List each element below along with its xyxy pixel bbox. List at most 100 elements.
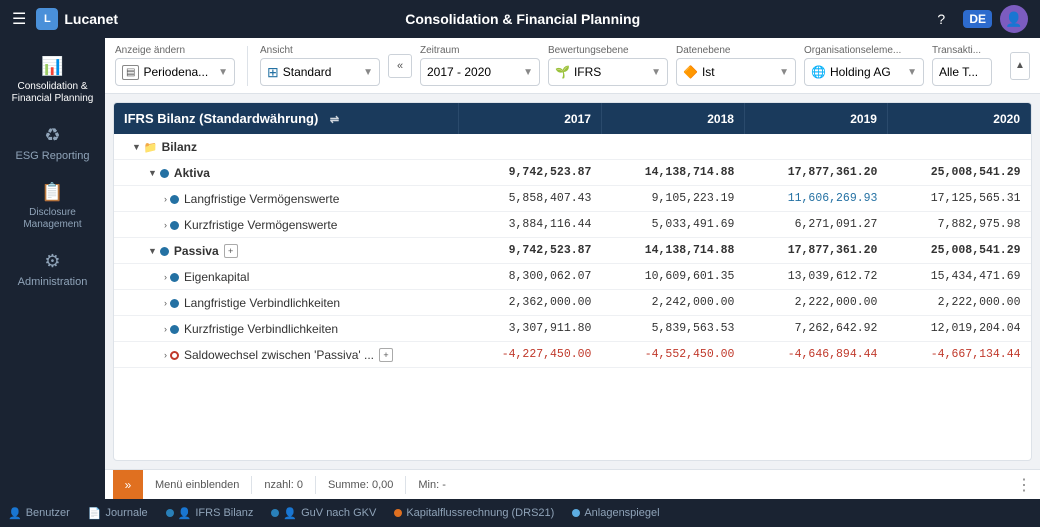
status-divider-3 (405, 476, 406, 494)
ansicht-dropdown[interactable]: ⊞ Standard ▼ (260, 58, 380, 86)
journale-label: Journale (105, 507, 147, 519)
dot-blue-icon (170, 299, 179, 308)
ansicht-value: Standard (283, 65, 332, 79)
row-expand-plus-icon[interactable]: + (224, 244, 238, 258)
row-expand-icon[interactable]: › (164, 220, 167, 230)
row-text: Bilanz (162, 140, 197, 154)
sidebar-item-administration[interactable]: ⚙ Administration (0, 241, 105, 298)
footer-tab-benutzer[interactable]: 👤 Benutzer (8, 507, 70, 520)
row-expand-plus-icon[interactable]: + (379, 348, 393, 362)
expand-sidebar-button[interactable]: » (113, 470, 143, 500)
hamburger-icon[interactable]: ☰ (12, 9, 26, 29)
bewertungsebene-dropdown[interactable]: 🌱 IFRS ▼ (548, 58, 668, 86)
org-dropdown[interactable]: 🌐 Holding AG ▼ (804, 58, 924, 86)
row-value-0-0 (458, 134, 601, 160)
anzeige-label: Anzeige ändern (115, 45, 235, 56)
row-value-3-0: 3,884,116.44 (458, 212, 601, 238)
row-value-2-3: 17,125,565.31 (887, 186, 1030, 212)
org-filter-group: Organisationseleme... 🌐 Holding AG ▼ (804, 45, 924, 86)
row-expand-icon[interactable]: › (164, 324, 167, 334)
more-options-icon[interactable]: ⋮ (1016, 475, 1032, 495)
org-value: Holding AG (830, 65, 891, 79)
row-label-5: › Eigenkapital (114, 264, 458, 290)
footer-tab-guv[interactable]: 👤 GuV nach GKV (271, 507, 376, 520)
footer-tabs: 👤 Benutzer 📄 Journale 👤 IFRS Bilanz 👤 Gu… (0, 499, 1040, 527)
row-expand-icon[interactable]: ▼ (148, 246, 157, 256)
row-value-3-2: 6,271,091.27 (744, 212, 887, 238)
sidebar-item-esg[interactable]: ♻ ESG Reporting (0, 115, 105, 172)
row-value-5-0: 8,300,062.07 (458, 264, 601, 290)
collapse-button[interactable]: « (388, 54, 412, 78)
user-avatar[interactable]: 👤 (1000, 5, 1028, 33)
footer-tab-ifrs[interactable]: 👤 IFRS Bilanz (166, 507, 254, 520)
table-row: › Kurzfristige Vermögenswerte 3,884,116.44… (114, 212, 1031, 238)
help-button[interactable]: ? (927, 5, 955, 33)
sidebar-item-disclosure-label: Disclosure Management (4, 207, 101, 231)
guv-dot (271, 509, 279, 517)
footer-tab-kapital[interactable]: Kapitalflussrechnung (DRS21) (394, 507, 554, 519)
row-text: Kurzfristige Vermögenswerte (184, 218, 337, 232)
table-row: ›Langfristige Verbindlichkeiten2,362,000… (114, 290, 1031, 316)
row-expand-icon[interactable]: ▼ (132, 142, 141, 152)
org-label: Organisationseleme... (804, 45, 924, 56)
row-value-8-3: -4,667,134.44 (887, 342, 1030, 368)
ifrs-icon: 👤 (178, 507, 192, 520)
row-value-5-2: 13,039,612.72 (744, 264, 887, 290)
row-expand-icon[interactable]: › (164, 272, 167, 282)
row-expand-icon[interactable]: › (164, 298, 167, 308)
row-value-4-3: 25,008,541.29 (887, 238, 1030, 264)
settings-icon[interactable]: ⇌ (330, 114, 339, 126)
administration-icon: ⚙ (44, 251, 60, 272)
language-badge[interactable]: DE (963, 10, 992, 28)
scroll-up-button[interactable]: ▲ (1010, 52, 1030, 80)
row-value-2-0: 5,858,407.43 (458, 186, 601, 212)
lucanet-brand-icon: L (36, 8, 58, 30)
sidebar-item-consolidation[interactable]: 📊 Consolidation & Financial Planning (0, 46, 105, 115)
col-header-2018: 2018 (601, 103, 744, 134)
row-value-4-1: 14,138,714.88 (601, 238, 744, 264)
ansicht-icon: ⊞ (267, 64, 279, 81)
row-text: Eigenkapital (184, 270, 249, 284)
financial-table: IFRS Bilanz (Standardwährung) ⇌ 2017 201… (114, 103, 1031, 368)
org-chevron-icon: ▼ (907, 67, 917, 78)
footer-tab-anlage[interactable]: Anlagenspiegel (572, 507, 659, 519)
row-label-3: › Kurzfristige Vermögenswerte (114, 212, 458, 238)
transaktion-dropdown[interactable]: Alle T... (932, 58, 992, 86)
row-value-4-2: 17,877,361.20 (744, 238, 887, 264)
zeitraum-value: 2017 - 2020 (427, 65, 491, 79)
bewertungsebene-label: Bewertungsebene (548, 45, 668, 56)
footer-tab-journale[interactable]: 📄 Journale (88, 507, 148, 520)
row-value-5-1: 10,609,601.35 (601, 264, 744, 290)
help-icon: ? (937, 11, 945, 27)
ifrs-dot (166, 509, 174, 517)
table-row: ›Saldowechsel zwischen 'Passiva' ...+-4,… (114, 342, 1031, 368)
anlage-label: Anlagenspiegel (584, 507, 659, 519)
datenebene-chevron-icon: ▼ (779, 67, 789, 78)
kapital-dot (394, 509, 402, 517)
anzeige-chevron-icon: ▼ (218, 67, 228, 78)
row-expand-icon[interactable]: › (164, 194, 167, 204)
sidebar-item-administration-label: Administration (18, 276, 88, 288)
row-label-4: ▼ Passiva + (114, 238, 458, 264)
row-expand-icon[interactable]: ▼ (148, 168, 157, 178)
dot-blue-icon (160, 169, 169, 178)
consolidation-icon: 📊 (41, 56, 63, 77)
row-text: Kurzfristige Verbindlichkeiten (184, 322, 338, 336)
table-container: IFRS Bilanz (Standardwährung) ⇌ 2017 201… (113, 102, 1032, 461)
row-value-1-1: 14,138,714.88 (601, 160, 744, 186)
topbar: ☰ L Lucanet Consolidation & Financial Pl… (0, 0, 1040, 38)
org-icon: 🌐 (811, 65, 826, 79)
anzeige-dropdown[interactable]: ▤ Periodena... ▼ (115, 58, 235, 86)
benutzer-icon: 👤 (8, 507, 22, 520)
row-text: Passiva (174, 244, 219, 258)
folder-icon: 📁 (144, 141, 158, 154)
topbar-actions: ? DE 👤 (927, 5, 1028, 33)
datenebene-dropdown[interactable]: 🔶 Ist ▼ (676, 58, 796, 86)
kapital-label: Kapitalflussrechnung (DRS21) (406, 507, 554, 519)
dot-blue-icon (170, 273, 179, 282)
sidebar-item-disclosure[interactable]: 📋 Disclosure Management (0, 172, 105, 241)
row-text: Langfristige Vermögenswerte (184, 192, 339, 206)
row-value-4-0: 9,742,523.87 (458, 238, 601, 264)
row-expand-icon[interactable]: › (164, 350, 167, 360)
zeitraum-dropdown[interactable]: 2017 - 2020 ▼ (420, 58, 540, 86)
